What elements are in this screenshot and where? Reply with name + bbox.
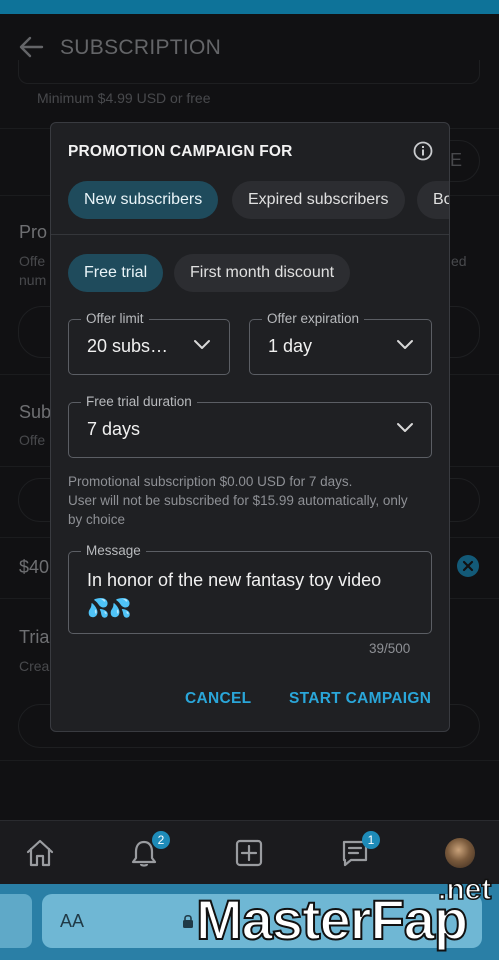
- tab-expired-subscribers[interactable]: Expired subscribers: [232, 181, 405, 219]
- offer-limit-select[interactable]: Offer limit 20 subs…: [68, 311, 230, 375]
- dialog-divider: [51, 234, 449, 235]
- offer-expiration-select[interactable]: Offer expiration 1 day: [249, 311, 432, 375]
- tab-label: New subscribers: [84, 191, 203, 208]
- watermark-logo: MasterFap: [195, 887, 469, 952]
- cancel-button[interactable]: CANCEL: [185, 690, 251, 708]
- tab-label: Expired subscribers: [248, 191, 389, 208]
- summary-line: Promotional subscription $0.00 USD for 7…: [68, 474, 353, 489]
- message-label: Message: [81, 543, 146, 558]
- dialog-title: PROMOTION CAMPAIGN FOR: [68, 143, 293, 160]
- bottom-navigation: 2 1: [0, 820, 499, 884]
- info-icon[interactable]: [413, 141, 433, 161]
- offer-expiration-value: 1 day: [268, 336, 313, 356]
- message-line: 💦💦: [87, 598, 132, 618]
- messages-count-badge: 1: [362, 831, 380, 849]
- free-trial-duration-value: 7 days: [87, 419, 141, 439]
- chevron-down-icon: [397, 340, 413, 349]
- add-post-icon[interactable]: [233, 837, 265, 869]
- summary-line: User will not be subscribed for $15.99 a…: [68, 493, 408, 508]
- notifications-count-badge: 2: [152, 831, 170, 849]
- offer-expiration-label: Offer expiration: [262, 311, 365, 326]
- reader-aa-button[interactable]: AA: [60, 911, 84, 932]
- home-icon[interactable]: [24, 837, 56, 869]
- browser-tab-edge[interactable]: [0, 894, 32, 948]
- promotion-campaign-dialog: PROMOTION CAMPAIGN FOR New subscribers E…: [50, 122, 450, 732]
- tab-label: Bo: [433, 191, 449, 208]
- tab-label: First month discount: [190, 264, 335, 281]
- tab-both-subscribers[interactable]: Bo: [417, 181, 449, 219]
- offer-limit-label: Offer limit: [81, 311, 149, 326]
- free-trial-duration-select[interactable]: Free trial duration 7 days: [68, 394, 432, 458]
- tab-new-subscribers[interactable]: New subscribers: [68, 181, 219, 219]
- free-trial-duration-label: Free trial duration: [81, 394, 197, 409]
- tab-label: Free trial: [84, 264, 148, 281]
- message-line: In honor of the new fantasy toy video: [87, 570, 382, 590]
- summary-line: by choice: [68, 512, 126, 527]
- character-counter: 39/500: [369, 641, 411, 656]
- message-text: In honor of the new fantasy toy video 💦💦: [87, 566, 417, 622]
- tab-first-month-discount[interactable]: First month discount: [174, 254, 351, 292]
- chevron-down-icon: [194, 340, 210, 349]
- start-campaign-button[interactable]: START CAMPAIGN: [289, 690, 431, 708]
- promotion-summary: Promotional subscription $0.00 USD for 7…: [68, 472, 438, 529]
- lock-icon: [183, 914, 193, 928]
- chevron-down-icon: [397, 423, 413, 432]
- profile-avatar[interactable]: [445, 838, 475, 868]
- watermark-suffix: .net: [437, 872, 492, 907]
- message-textarea[interactable]: Message In honor of the new fantasy toy …: [68, 543, 432, 634]
- offer-limit-value: 20 subs…: [87, 336, 169, 356]
- tab-free-trial[interactable]: Free trial: [68, 254, 164, 292]
